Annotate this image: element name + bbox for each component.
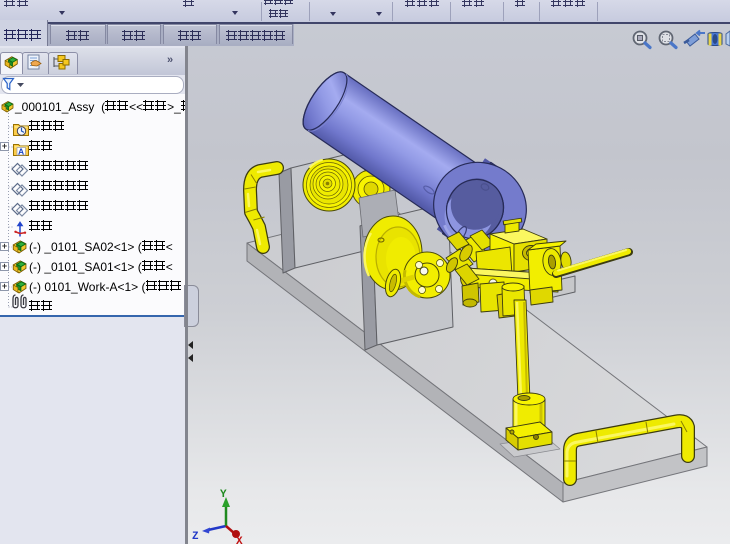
svg-text:Z: Z — [192, 531, 199, 543]
svg-text:Y: Y — [220, 489, 227, 501]
svg-text:A: A — [18, 146, 24, 156]
svg-text:X: X — [236, 536, 243, 544]
